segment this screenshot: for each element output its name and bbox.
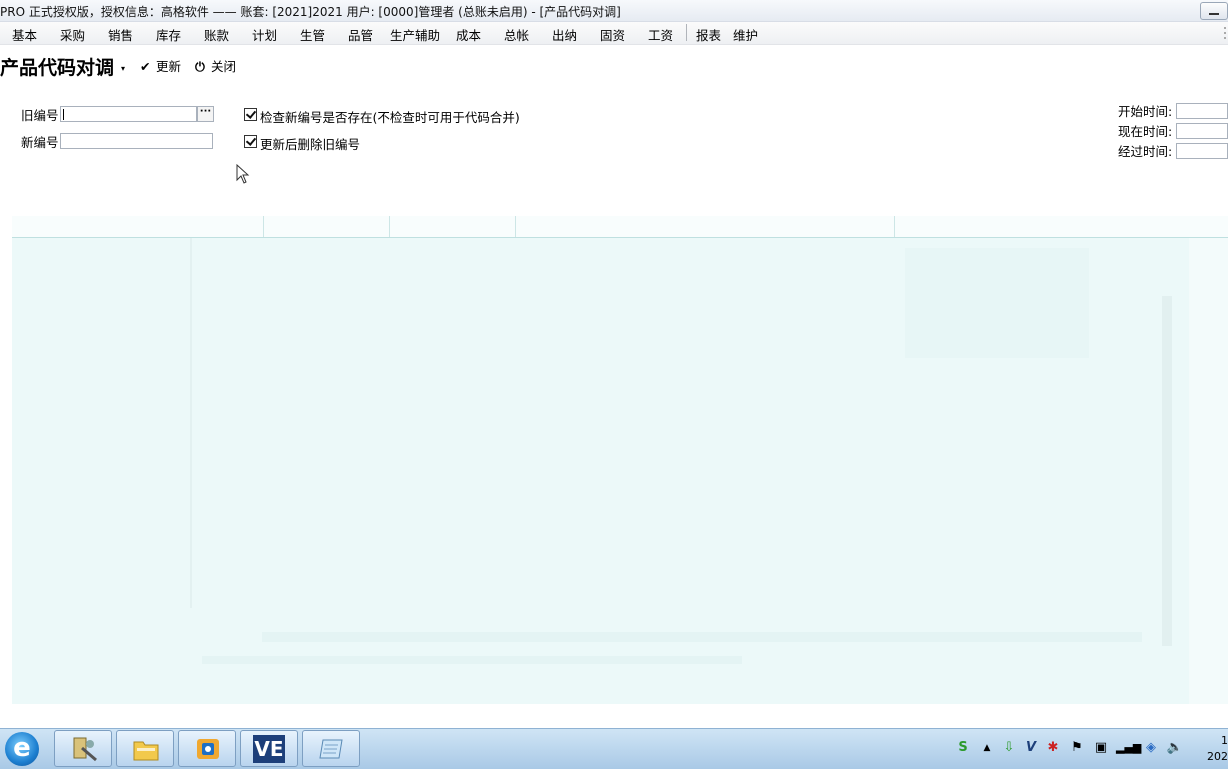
menu-item-reports[interactable]: 报表 <box>696 25 721 44</box>
menu-item-basic[interactable]: 基本 <box>12 25 37 44</box>
data-grid[interactable] <box>12 216 1228 704</box>
v-app-icon[interactable]: V <box>1022 739 1040 757</box>
old-code-label: 旧编号 <box>21 108 59 123</box>
new-code-input[interactable] <box>60 133 213 149</box>
menu-item-production[interactable]: 生管 <box>300 25 325 44</box>
grid-column-header[interactable] <box>515 216 894 237</box>
close-button[interactable]: ⏻ 关闭 <box>195 56 237 74</box>
grid-header <box>12 216 1228 238</box>
menu-item-cost[interactable]: 成本 <box>456 25 481 44</box>
menu-grip-icon <box>1218 25 1228 41</box>
menu-separator <box>686 24 687 41</box>
folder-icon <box>133 741 159 761</box>
form-title[interactable]: 产品代码对调 <box>0 53 114 80</box>
menu-item-purchase[interactable]: 采购 <box>60 25 85 44</box>
ve-icon: VE <box>253 735 285 763</box>
grid-shadow-row <box>262 632 1142 642</box>
delete-old-label[interactable]: 更新后删除旧编号 <box>260 134 360 153</box>
window-titlebar: PRO 正式授权版，授权信息：高格软件 —— 账套: [2021]2021 用户… <box>0 0 1228 22</box>
start-time-label: 开始时间: <box>1118 104 1173 119</box>
download-icon[interactable]: ⇩ <box>1000 739 1018 757</box>
grid-column-header[interactable] <box>894 216 1228 237</box>
outlook-icon <box>197 739 219 759</box>
new-code-label: 新编号 <box>21 135 59 150</box>
update-button[interactable]: ✔ 更新 <box>140 56 182 74</box>
volume-icon[interactable]: 🔈 <box>1166 739 1184 757</box>
menu-bar: 基本 采购 销售 库存 账款 计划 生管 品管 生产辅助 成本 总帐 出纳 固资… <box>0 22 1228 45</box>
minimize-icon <box>1209 13 1219 15</box>
toolbar: 产品代码对调 ▾ ✔ 更新 ⏻ 关闭 <box>0 50 1228 80</box>
elapsed-time-label: 经过时间: <box>1118 144 1173 159</box>
menu-item-assets[interactable]: 固资 <box>600 25 625 44</box>
grid-scrollbar[interactable] <box>1162 296 1172 646</box>
delete-old-checkbox[interactable] <box>244 135 257 148</box>
notepad-icon <box>319 739 343 759</box>
menu-item-payroll[interactable]: 工资 <box>648 25 673 44</box>
taskbar-app-notepad[interactable] <box>302 730 360 767</box>
menu-item-ledger[interactable]: 总帐 <box>504 25 529 44</box>
grid-shadow-block <box>905 248 1089 358</box>
close-button-label: 关闭 <box>211 59 237 74</box>
update-button-label: 更新 <box>156 59 182 74</box>
checkmark-icon: ✔ <box>140 59 151 74</box>
clock[interactable]: 1 202 <box>1202 733 1228 765</box>
grid-column-header[interactable] <box>263 216 389 237</box>
grid-shadow-row <box>202 656 742 664</box>
taskbar: e VE S ▲ ⇩ V ✱ ⚑ ▣ ▂▄▆ ◈ 🔈 1 202 <box>0 728 1228 769</box>
elapsed-time-field <box>1176 143 1228 159</box>
now-time-label: 现在时间: <box>1118 124 1173 139</box>
power-icon: ⏻ <box>195 59 205 74</box>
mouse-pointer-icon <box>236 164 250 184</box>
flag-icon[interactable]: ⚑ <box>1068 739 1086 757</box>
grid-column-header[interactable] <box>389 216 515 237</box>
old-code-input[interactable] <box>60 106 197 122</box>
menu-item-maintenance[interactable]: 维护 <box>733 25 758 44</box>
taskbar-app-ve[interactable]: VE <box>240 730 298 767</box>
show-hidden-icons-icon[interactable]: ▲ <box>978 739 996 757</box>
now-time-field <box>1176 123 1228 139</box>
sogou-input-icon[interactable]: S <box>954 739 972 757</box>
menu-item-quality[interactable]: 品管 <box>348 25 373 44</box>
tools-icon <box>73 737 97 762</box>
menu-item-inventory[interactable]: 库存 <box>156 25 181 44</box>
signal-icon[interactable]: ▂▄▆ <box>1116 739 1141 757</box>
grid-divider <box>190 238 192 608</box>
check-exists-checkbox[interactable] <box>244 108 257 121</box>
network-app-icon[interactable]: ✱ <box>1044 739 1062 757</box>
menu-item-production-aux[interactable]: 生产辅助 <box>390 25 440 44</box>
taskbar-app-outlook[interactable] <box>178 730 236 767</box>
menu-item-sales[interactable]: 销售 <box>108 25 133 44</box>
minimize-button[interactable] <box>1200 2 1228 20</box>
grid-body[interactable] <box>12 238 1189 704</box>
clock-date: 202 <box>1207 750 1228 763</box>
check-exists-label[interactable]: 检查新编号是否存在(不检查时可用于代码合并) <box>260 107 520 126</box>
chevron-down-icon[interactable]: ▾ <box>121 64 125 73</box>
taskbar-app-tools[interactable] <box>54 730 112 767</box>
start-time-field <box>1176 103 1228 119</box>
window-title: PRO 正式授权版，授权信息：高格软件 —— 账套: [2021]2021 用户… <box>0 5 621 19</box>
menu-item-cashier[interactable]: 出纳 <box>552 25 577 44</box>
clock-time: 1 <box>1221 734 1228 747</box>
device-icon[interactable]: ▣ <box>1092 739 1110 757</box>
text-cursor <box>63 109 64 120</box>
menu-item-plan[interactable]: 计划 <box>252 25 277 44</box>
taskbar-app-explorer[interactable] <box>116 730 174 767</box>
system-tray: S ▲ ⇩ V ✱ ⚑ ▣ ▂▄▆ ◈ 🔈 1 202 <box>928 729 1228 769</box>
ie-icon[interactable]: e <box>5 732 39 766</box>
menu-item-accounts[interactable]: 账款 <box>204 25 229 44</box>
shield-icon[interactable]: ◈ <box>1142 739 1160 757</box>
old-code-lookup-button[interactable]: ··· <box>197 106 214 122</box>
